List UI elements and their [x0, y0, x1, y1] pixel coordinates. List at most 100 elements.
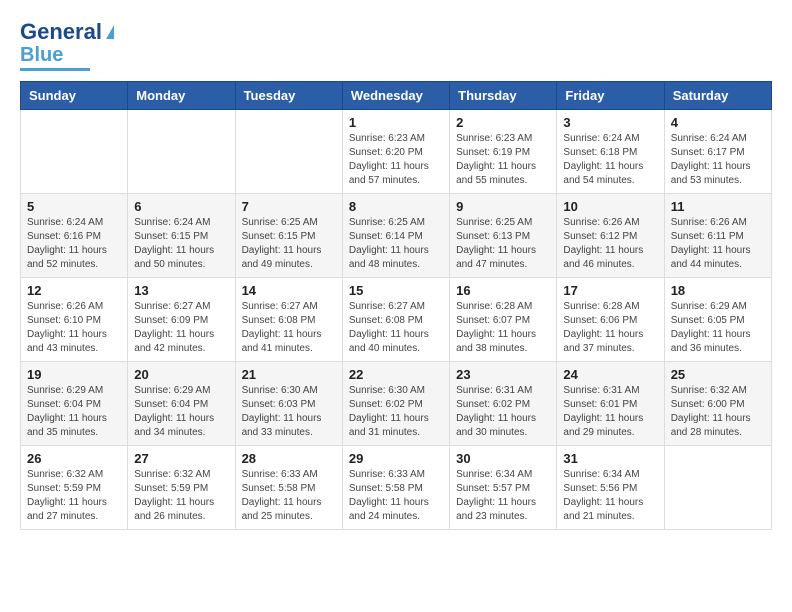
- calendar-cell: 22 Sunrise: 6:30 AM Sunset: 6:02 PM Dayli…: [342, 362, 449, 446]
- day-info: Sunrise: 6:27 AM Sunset: 6:08 PM Dayligh…: [349, 300, 443, 356]
- calendar-cell: 3 Sunrise: 6:24 AM Sunset: 6:18 PM Daylig…: [557, 110, 664, 194]
- day-info: Sunrise: 6:26 AM Sunset: 6:11 PM Dayligh…: [671, 216, 765, 272]
- day-number: 14: [242, 283, 336, 298]
- logo: General Blue: [20, 20, 114, 71]
- calendar-cell: [664, 446, 771, 530]
- day-info: Sunrise: 6:34 AM Sunset: 5:56 PM Dayligh…: [563, 468, 657, 524]
- calendar-cell: 19 Sunrise: 6:29 AM Sunset: 6:04 PM Dayli…: [21, 362, 128, 446]
- calendar-cell: 5 Sunrise: 6:24 AM Sunset: 6:16 PM Daylig…: [21, 194, 128, 278]
- logo-triangle-icon: [106, 25, 114, 39]
- day-number: 24: [563, 367, 657, 382]
- day-info: Sunrise: 6:32 AM Sunset: 5:59 PM Dayligh…: [134, 468, 228, 524]
- day-info: Sunrise: 6:24 AM Sunset: 6:15 PM Dayligh…: [134, 216, 228, 272]
- day-info: Sunrise: 6:34 AM Sunset: 5:57 PM Dayligh…: [456, 468, 550, 524]
- day-info: Sunrise: 6:24 AM Sunset: 6:17 PM Dayligh…: [671, 132, 765, 188]
- calendar-week-row: 26 Sunrise: 6:32 AM Sunset: 5:59 PM Dayli…: [21, 446, 772, 530]
- weekday-header-wednesday: Wednesday: [342, 82, 449, 110]
- calendar-cell: 18Sunrise: 6:29 AM Sunset: 6:05 PM Dayli…: [664, 278, 771, 362]
- calendar-week-row: 1 Sunrise: 6:23 AM Sunset: 6:20 PM Daylig…: [21, 110, 772, 194]
- calendar-cell: 1 Sunrise: 6:23 AM Sunset: 6:20 PM Daylig…: [342, 110, 449, 194]
- calendar-cell: 25Sunrise: 6:32 AM Sunset: 6:00 PM Dayli…: [664, 362, 771, 446]
- calendar-cell: 30 Sunrise: 6:34 AM Sunset: 5:57 PM Dayli…: [450, 446, 557, 530]
- calendar-cell: 14 Sunrise: 6:27 AM Sunset: 6:08 PM Dayli…: [235, 278, 342, 362]
- day-number: 5: [27, 199, 121, 214]
- day-number: 22: [349, 367, 443, 382]
- day-number: 26: [27, 451, 121, 466]
- calendar-header-row: SundayMondayTuesdayWednesdayThursdayFrid…: [21, 82, 772, 110]
- day-number: 10: [563, 199, 657, 214]
- page-header: General Blue: [20, 20, 772, 71]
- calendar-cell: 11 Sunrise: 6:26 AM Sunset: 6:11 PM Dayli…: [664, 194, 771, 278]
- calendar-cell: 24 Sunrise: 6:31 AM Sunset: 6:01 PM Dayli…: [557, 362, 664, 446]
- day-number: 29: [349, 451, 443, 466]
- day-number: 4: [671, 115, 765, 130]
- day-info: Sunrise: 6:29 AM Sunset: 6:04 PM Dayligh…: [134, 384, 228, 440]
- calendar-cell: 7 Sunrise: 6:25 AM Sunset: 6:15 PM Daylig…: [235, 194, 342, 278]
- weekday-header-saturday: Saturday: [664, 82, 771, 110]
- calendar-cell: [21, 110, 128, 194]
- day-info: Sunrise: 6:24 AM Sunset: 6:18 PM Dayligh…: [563, 132, 657, 188]
- day-info: Sunrise: 6:30 AM Sunset: 6:02 PM Dayligh…: [349, 384, 443, 440]
- calendar-cell: 21 Sunrise: 6:30 AM Sunset: 6:03 PM Dayli…: [235, 362, 342, 446]
- calendar-cell: 27 Sunrise: 6:32 AM Sunset: 5:59 PM Dayli…: [128, 446, 235, 530]
- calendar-cell: 31 Sunrise: 6:34 AM Sunset: 5:56 PM Dayli…: [557, 446, 664, 530]
- calendar-table: SundayMondayTuesdayWednesdayThursdayFrid…: [20, 81, 772, 530]
- day-info: Sunrise: 6:28 AM Sunset: 6:07 PM Dayligh…: [456, 300, 550, 356]
- logo-blue-text: Blue: [20, 44, 63, 66]
- weekday-header-monday: Monday: [128, 82, 235, 110]
- logo-underline: [20, 68, 90, 71]
- day-info: Sunrise: 6:31 AM Sunset: 6:02 PM Dayligh…: [456, 384, 550, 440]
- day-info: Sunrise: 6:33 AM Sunset: 5:58 PM Dayligh…: [242, 468, 336, 524]
- day-info: Sunrise: 6:26 AM Sunset: 6:10 PM Dayligh…: [27, 300, 121, 356]
- day-number: 21: [242, 367, 336, 382]
- day-number: 6: [134, 199, 228, 214]
- day-number: 2: [456, 115, 550, 130]
- day-info: Sunrise: 6:27 AM Sunset: 6:09 PM Dayligh…: [134, 300, 228, 356]
- day-number: 15: [349, 283, 443, 298]
- day-number: 19: [27, 367, 121, 382]
- calendar-cell: 17Sunrise: 6:28 AM Sunset: 6:06 PM Dayli…: [557, 278, 664, 362]
- calendar-cell: 23 Sunrise: 6:31 AM Sunset: 6:02 PM Dayli…: [450, 362, 557, 446]
- day-number: 11: [671, 199, 765, 214]
- day-number: 3: [563, 115, 657, 130]
- day-number: 23: [456, 367, 550, 382]
- calendar-cell: 13 Sunrise: 6:27 AM Sunset: 6:09 PM Dayli…: [128, 278, 235, 362]
- day-info: Sunrise: 6:31 AM Sunset: 6:01 PM Dayligh…: [563, 384, 657, 440]
- calendar-cell: 8 Sunrise: 6:25 AM Sunset: 6:14 PM Daylig…: [342, 194, 449, 278]
- calendar-cell: 10 Sunrise: 6:26 AM Sunset: 6:12 PM Dayli…: [557, 194, 664, 278]
- calendar-cell: 20Sunrise: 6:29 AM Sunset: 6:04 PM Dayli…: [128, 362, 235, 446]
- calendar-week-row: 12 Sunrise: 6:26 AM Sunset: 6:10 PM Dayli…: [21, 278, 772, 362]
- day-info: Sunrise: 6:23 AM Sunset: 6:19 PM Dayligh…: [456, 132, 550, 188]
- calendar-cell: 26Sunrise: 6:32 AM Sunset: 5:59 PM Dayli…: [21, 446, 128, 530]
- calendar-week-row: 19 Sunrise: 6:29 AM Sunset: 6:04 PM Dayli…: [21, 362, 772, 446]
- calendar-cell: 4 Sunrise: 6:24 AM Sunset: 6:17 PM Daylig…: [664, 110, 771, 194]
- day-info: Sunrise: 6:25 AM Sunset: 6:15 PM Dayligh…: [242, 216, 336, 272]
- day-info: Sunrise: 6:28 AM Sunset: 6:06 PM Dayligh…: [563, 300, 657, 356]
- day-info: Sunrise: 6:27 AM Sunset: 6:08 PM Dayligh…: [242, 300, 336, 356]
- day-number: 27: [134, 451, 228, 466]
- day-number: 31: [563, 451, 657, 466]
- weekday-header-friday: Friday: [557, 82, 664, 110]
- day-info: Sunrise: 6:29 AM Sunset: 6:05 PM Dayligh…: [671, 300, 765, 356]
- day-number: 13: [134, 283, 228, 298]
- calendar-cell: [128, 110, 235, 194]
- day-number: 12: [27, 283, 121, 298]
- calendar-cell: 29 Sunrise: 6:33 AM Sunset: 5:58 PM Dayli…: [342, 446, 449, 530]
- day-number: 1: [349, 115, 443, 130]
- day-number: 30: [456, 451, 550, 466]
- day-number: 8: [349, 199, 443, 214]
- day-info: Sunrise: 6:29 AM Sunset: 6:04 PM Dayligh…: [27, 384, 121, 440]
- weekday-header-sunday: Sunday: [21, 82, 128, 110]
- day-number: 9: [456, 199, 550, 214]
- day-info: Sunrise: 6:30 AM Sunset: 6:03 PM Dayligh…: [242, 384, 336, 440]
- day-info: Sunrise: 6:25 AM Sunset: 6:13 PM Dayligh…: [456, 216, 550, 272]
- day-info: Sunrise: 6:24 AM Sunset: 6:16 PM Dayligh…: [27, 216, 121, 272]
- day-info: Sunrise: 6:26 AM Sunset: 6:12 PM Dayligh…: [563, 216, 657, 272]
- day-info: Sunrise: 6:23 AM Sunset: 6:20 PM Dayligh…: [349, 132, 443, 188]
- day-number: 7: [242, 199, 336, 214]
- day-info: Sunrise: 6:33 AM Sunset: 5:58 PM Dayligh…: [349, 468, 443, 524]
- day-info: Sunrise: 6:25 AM Sunset: 6:14 PM Dayligh…: [349, 216, 443, 272]
- weekday-header-thursday: Thursday: [450, 82, 557, 110]
- calendar-cell: 2 Sunrise: 6:23 AM Sunset: 6:19 PM Daylig…: [450, 110, 557, 194]
- calendar-cell: 12 Sunrise: 6:26 AM Sunset: 6:10 PM Dayli…: [21, 278, 128, 362]
